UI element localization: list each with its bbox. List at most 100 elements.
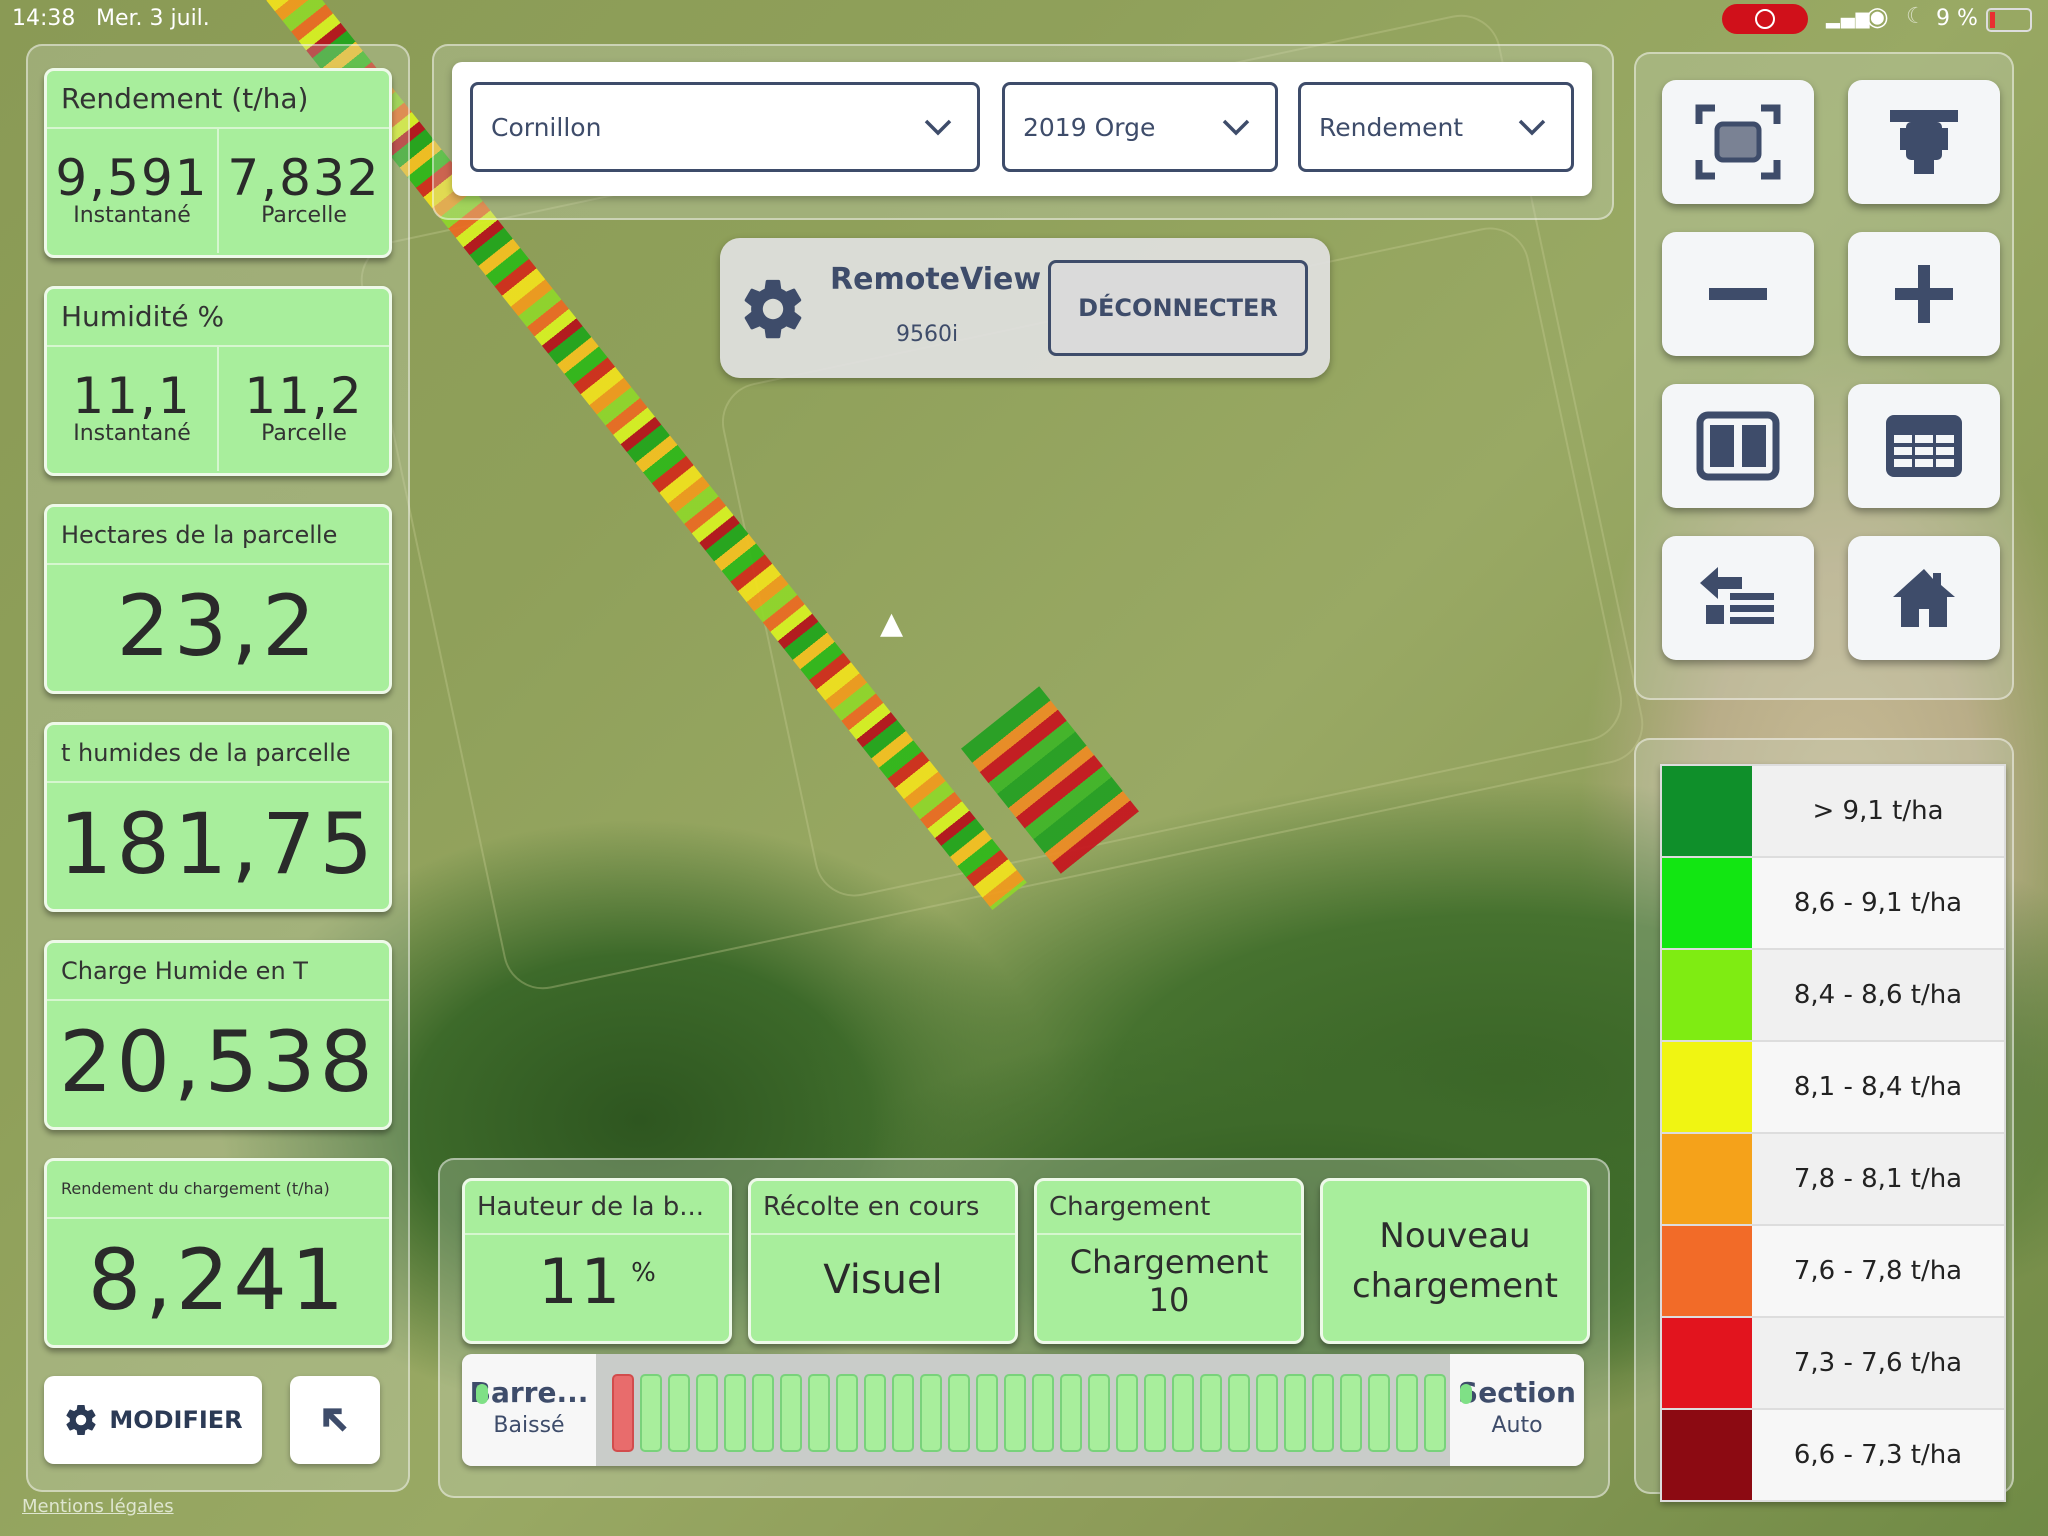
load-yield-value: 8,241 [87,1231,349,1329]
section-segment[interactable] [780,1374,802,1452]
gear-icon [66,1405,96,1436]
section-segment[interactable] [1088,1374,1110,1452]
section-segment[interactable] [696,1374,718,1452]
section-segment[interactable] [1004,1374,1026,1452]
legend-label: 8,6 - 9,1 t/ha [1793,888,1963,918]
settings-gear-icon[interactable] [738,274,808,344]
expand-arrow-button[interactable] [290,1376,380,1464]
battery-percent: 9 % [1936,6,1978,31]
section-segment[interactable] [1368,1374,1390,1452]
new-load-button[interactable]: Nouveau chargement [1320,1178,1590,1344]
card-title: t humides de la parcelle [47,725,389,783]
list-transfer-button[interactable] [1662,536,1814,660]
section-segment[interactable] [976,1374,998,1452]
disconnect-button[interactable]: DÉCONNECTER [1048,260,1308,356]
section-segment[interactable] [892,1374,914,1452]
chevron-down-icon [1518,119,1546,136]
card-title: Rendement (t/ha) [47,71,389,129]
modify-button-label: MODIFIER [109,1406,243,1434]
section-segment[interactable] [1312,1374,1334,1452]
section-segment[interactable] [1228,1374,1250,1452]
load-yield-card[interactable]: Rendement du chargement (t/ha) 8,241 [44,1158,392,1348]
legend-swatch [1662,1042,1752,1132]
chevron-down-icon [924,119,952,136]
section-segment[interactable] [668,1374,690,1452]
screen-recording-icon[interactable] [1722,4,1808,34]
field-wet-tons-value: 181,75 [59,795,377,893]
home-button[interactable] [1848,536,2000,660]
header-height-card[interactable]: Hauteur de la b... 11% [462,1178,732,1344]
section-segment[interactable] [1060,1374,1082,1452]
section-segment[interactable] [1340,1374,1362,1452]
section-segment[interactable] [920,1374,942,1452]
field-dropdown-value: Cornillon [491,113,602,142]
section-segment[interactable] [752,1374,774,1452]
chevron-down-icon [1222,119,1250,136]
legal-notice-link[interactable]: Mentions légales [22,1496,174,1517]
legend-swatch [1662,1226,1752,1316]
machine-model: 9560i [896,322,959,347]
section-segment[interactable] [808,1374,830,1452]
split-view-button[interactable] [1662,384,1814,508]
section-segment[interactable] [864,1374,886,1452]
legend-row: 6,6 - 7,3 t/ha [1662,1410,2004,1500]
yield-legend: > 9,1 t/ha 8,6 - 9,1 t/ha 8,4 - 8,6 t/ha… [1660,764,2006,1502]
boom-status-button[interactable]: Barre... Baissé [462,1354,596,1466]
section-mode-button[interactable]: Section Auto [1450,1354,1584,1466]
fit-screen-icon [1695,104,1781,180]
moisture-instant-value: 11,1 [72,367,192,425]
crop-dropdown[interactable]: 2019 Orge [1002,82,1278,172]
new-load-line1: Nouveau [1379,1216,1531,1256]
legend-row: 7,8 - 8,1 t/ha [1662,1134,2004,1226]
card-title: Humidité % [47,289,389,347]
field-dropdown[interactable]: Cornillon [470,82,980,172]
section-segment[interactable] [836,1374,858,1452]
legend-row: 8,1 - 8,4 t/ha [1662,1042,2004,1134]
load-card[interactable]: Chargement Chargement 10 [1034,1178,1304,1344]
wet-load-value: 20,538 [59,1013,377,1111]
card-title: Chargement [1037,1181,1301,1235]
section-segment[interactable] [1116,1374,1138,1452]
harvest-status-card[interactable]: Récolte en cours Visuel [748,1178,1018,1344]
yield-card[interactable]: Rendement (t/ha) 9,591 Instantané 7,832 … [44,68,392,258]
section-segment[interactable] [612,1374,634,1452]
section-segment[interactable] [724,1374,746,1452]
legend-row: 8,6 - 9,1 t/ha [1662,858,2004,950]
zoom-in-button[interactable] [1848,232,2000,356]
legend-label: 8,4 - 8,6 t/ha [1793,980,1963,1010]
status-date: Mer. 3 juil. [96,6,210,31]
field-wet-tons-card[interactable]: t humides de la parcelle 181,75 [44,722,392,912]
zoom-out-button[interactable] [1662,232,1814,356]
layer-dropdown[interactable]: Rendement [1298,82,1574,172]
section-segment[interactable] [1396,1374,1418,1452]
load-label: Chargement [1069,1243,1269,1281]
header-height-value: 11 [538,1245,624,1318]
section-segment[interactable] [948,1374,970,1452]
wet-load-card[interactable]: Charge Humide en T 20,538 [44,940,392,1130]
wifi-icon: ◉ [1866,2,1889,32]
remoteview-panel: RemoteView 9560i DÉCONNECTER [720,238,1330,378]
fit-screen-button[interactable] [1662,80,1814,204]
section-segment[interactable] [1284,1374,1306,1452]
legend-swatch [1662,1318,1752,1408]
section-segment[interactable] [1144,1374,1166,1452]
section-segment[interactable] [1256,1374,1278,1452]
modify-button[interactable]: MODIFIER [44,1376,262,1464]
section-segment[interactable] [1200,1374,1222,1452]
combine-view-button[interactable] [1848,80,2000,204]
table-view-button[interactable] [1848,384,2000,508]
moisture-card[interactable]: Humidité % 11,1 Instantané 11,2 Parcelle [44,286,392,476]
combine-icon [1890,110,1958,174]
card-title: Hectares de la parcelle [47,507,389,565]
section-mode-value: Auto [1491,1413,1543,1438]
section-segment[interactable] [1032,1374,1054,1452]
list-arrow-icon [1700,567,1774,624]
section-segment[interactable] [640,1374,662,1452]
moon-icon: ☾ [1906,4,1926,29]
section-segment[interactable] [1424,1374,1446,1452]
status-dot [476,1384,488,1404]
field-hectares-card[interactable]: Hectares de la parcelle 23,2 [44,504,392,694]
home-icon [1893,569,1955,627]
legend-label: 7,3 - 7,6 t/ha [1793,1348,1963,1378]
section-segment[interactable] [1172,1374,1194,1452]
